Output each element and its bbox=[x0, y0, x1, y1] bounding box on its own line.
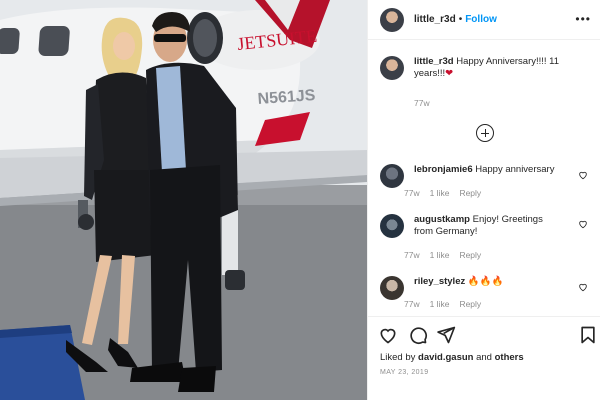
comment-time[interactable]: 77w bbox=[404, 188, 420, 198]
comment-likes[interactable]: 1 like bbox=[430, 188, 450, 198]
comment-username[interactable]: augustkamp bbox=[414, 214, 470, 225]
comment-text: riley_stylez 🔥🔥🔥 bbox=[414, 276, 564, 300]
post-photo[interactable]: JETSUITE N561JS bbox=[0, 0, 367, 400]
comment-item: augustkamp Enjoy! Greetings from Germany… bbox=[380, 214, 590, 238]
commenter-avatar[interactable] bbox=[380, 164, 404, 188]
follow-button[interactable]: Follow bbox=[465, 14, 497, 25]
post-date[interactable]: MAY 23, 2019 bbox=[380, 369, 429, 376]
author-avatar[interactable] bbox=[380, 7, 404, 32]
liked-user[interactable]: david.gasun bbox=[418, 352, 473, 363]
commenter-avatar[interactable] bbox=[380, 214, 404, 238]
caption-heart-emoji: ❤ bbox=[445, 68, 454, 79]
comment-body: 🔥🔥🔥 bbox=[467, 276, 504, 287]
heart-outline-icon[interactable] bbox=[578, 282, 588, 292]
reply-button[interactable]: Reply bbox=[459, 299, 481, 309]
heart-outline-icon[interactable] bbox=[578, 219, 588, 229]
post-header: little_r3d • Follow ••• bbox=[368, 0, 600, 40]
post-actions: Liked by david.gasun and others MAY 23, … bbox=[368, 316, 600, 400]
comment-meta: 77w 1 like Reply bbox=[404, 299, 481, 309]
comment-text: lebronjamie6 Happy anniversary bbox=[414, 164, 564, 188]
liked-prefix: Liked by bbox=[380, 352, 416, 363]
comment-text: augustkamp Enjoy! Greetings from Germany… bbox=[414, 214, 564, 238]
liked-by-text: Liked by david.gasun and others bbox=[380, 352, 524, 363]
comment-body: Happy anniversary bbox=[475, 164, 555, 175]
caption-timestamp[interactable]: 77w bbox=[414, 98, 430, 108]
liked-others[interactable]: others bbox=[495, 352, 524, 363]
comment-meta: 77w 1 like Reply bbox=[404, 250, 481, 260]
liked-and: and bbox=[476, 352, 492, 363]
bookmark-icon[interactable] bbox=[578, 325, 598, 345]
comment-time[interactable]: 77w bbox=[404, 299, 420, 309]
comment-username[interactable]: lebronjamie6 bbox=[414, 164, 473, 175]
comment-likes[interactable]: 1 like bbox=[430, 250, 450, 260]
reply-button[interactable]: Reply bbox=[459, 188, 481, 198]
reply-button[interactable]: Reply bbox=[459, 250, 481, 260]
comment-likes[interactable]: 1 like bbox=[430, 299, 450, 309]
comment-time[interactable]: 77w bbox=[404, 250, 420, 260]
post-caption: little_r3d Happy Anniversary!!!! 11 year… bbox=[380, 56, 590, 80]
more-icon[interactable]: ••• bbox=[575, 12, 591, 26]
plus-circle-icon[interactable] bbox=[476, 124, 494, 142]
heart-outline-icon[interactable] bbox=[578, 170, 588, 180]
caption-avatar[interactable] bbox=[380, 56, 404, 80]
comment-meta: 77w 1 like Reply bbox=[404, 188, 481, 198]
comment-item: riley_stylez 🔥🔥🔥 bbox=[380, 276, 590, 300]
author-username[interactable]: little_r3d bbox=[414, 14, 456, 25]
comment-bubble-icon[interactable] bbox=[408, 325, 428, 345]
jet-couple-photo: JETSUITE N561JS bbox=[0, 0, 367, 400]
like-heart-icon[interactable] bbox=[378, 325, 398, 345]
caption-text: little_r3d Happy Anniversary!!!! 11 year… bbox=[414, 56, 590, 80]
commenter-avatar[interactable] bbox=[380, 276, 404, 300]
post-side-panel: little_r3d • Follow ••• little_r3d Happy… bbox=[367, 0, 600, 400]
comment-item: lebronjamie6 Happy anniversary bbox=[380, 164, 590, 188]
share-paper-plane-icon[interactable] bbox=[436, 325, 456, 345]
caption-username[interactable]: little_r3d bbox=[414, 56, 454, 67]
separator-dot: • bbox=[458, 14, 463, 25]
comment-username[interactable]: riley_stylez bbox=[414, 276, 465, 287]
